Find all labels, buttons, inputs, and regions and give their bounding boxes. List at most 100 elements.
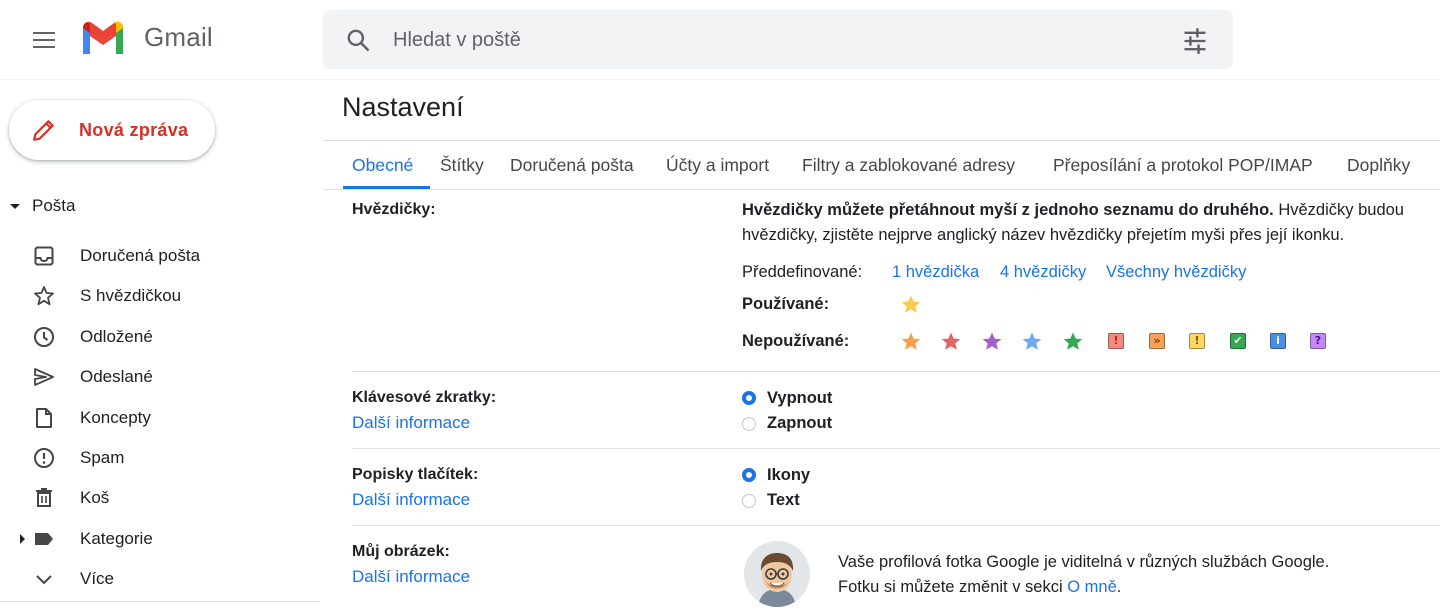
compose-label: Nová zpráva bbox=[79, 120, 189, 140]
send-icon bbox=[34, 368, 54, 387]
purple-question-icon[interactable]: ? bbox=[1310, 333, 1326, 349]
sidebar-item-starred[interactable]: S hvězdičkou bbox=[0, 276, 320, 316]
hamburger-icon bbox=[33, 32, 55, 48]
sidebar-item-more[interactable]: Více bbox=[0, 559, 320, 599]
orange-guillemet-icon[interactable]: » bbox=[1149, 333, 1165, 349]
preset-4-stars-link[interactable]: 4 hvězdičky bbox=[1000, 263, 1086, 282]
tab-labels[interactable]: Štítky bbox=[440, 155, 484, 176]
star-icon bbox=[34, 286, 54, 306]
label-icon bbox=[35, 532, 53, 545]
sidebar-item-spam[interactable]: Spam bbox=[0, 438, 320, 478]
picture-info-suffix: . bbox=[1116, 578, 1122, 596]
tab-filters[interactable]: Filtry a zablokované adresy bbox=[802, 155, 1015, 176]
stars-description-line2: hvězdičky, zjistěte nejprve anglický náz… bbox=[742, 226, 1345, 244]
sidebar-divider bbox=[0, 601, 320, 602]
pencil-icon bbox=[33, 120, 54, 141]
active-tab-indicator bbox=[343, 186, 430, 189]
blue-star-icon[interactable] bbox=[1021, 331, 1043, 353]
sidebar-item-label: S hvězdičkou bbox=[80, 286, 182, 306]
tab-addons[interactable]: Doplňky bbox=[1347, 155, 1410, 176]
chevron-down-icon bbox=[36, 575, 52, 585]
trash-icon bbox=[36, 488, 52, 508]
shortcuts-more-info-link[interactable]: Další informace bbox=[352, 413, 470, 433]
stars-description-rest: Hvězdičky budou bbox=[1273, 201, 1404, 219]
search-icon[interactable] bbox=[345, 27, 371, 53]
caret-right-icon[interactable] bbox=[20, 533, 25, 544]
clock-icon bbox=[34, 326, 54, 347]
preset-all-stars-link[interactable]: Všechny hvězdičky bbox=[1106, 263, 1246, 282]
stars-description: Hvězdičky můžete přetáhnout myší z jedno… bbox=[742, 201, 1404, 220]
sidebar-item-inbox[interactable]: Doručená pošta bbox=[0, 236, 320, 276]
mail-section-label: Pošta bbox=[32, 196, 76, 215]
draft-icon bbox=[36, 407, 52, 428]
my-picture-more-info-link[interactable]: Další informace bbox=[352, 567, 470, 587]
spam-icon bbox=[34, 447, 54, 468]
purple-star-icon[interactable] bbox=[981, 331, 1003, 353]
shortcuts-on-label[interactable]: Zapnout bbox=[767, 414, 832, 433]
predefined-label: Předdefinované: bbox=[742, 263, 863, 281]
row-divider bbox=[352, 525, 1440, 526]
sidebar-item-label: Spam bbox=[80, 447, 125, 467]
top-bar: Gmail bbox=[0, 0, 1440, 80]
button-labels-label: Popisky tlačítek: bbox=[352, 466, 479, 483]
tab-inbox[interactable]: Doručená pošta bbox=[510, 155, 634, 176]
picture-info-line1: Vaše profilová fotka Google je viditelná… bbox=[838, 553, 1330, 571]
page-title: Nastavení bbox=[342, 92, 464, 122]
picture-info-line2: Fotku si můžete změnit v sekci O mně. bbox=[838, 578, 1121, 597]
picture-info-prefix: Fotku si můžete změnit v sekci bbox=[838, 578, 1068, 596]
inbox-icon bbox=[34, 246, 54, 266]
sidebar-item-categories[interactable]: Kategorie bbox=[0, 519, 320, 559]
shortcuts-label: Klávesové zkratky: bbox=[352, 389, 497, 406]
sidebar-item-label: Kategorie bbox=[80, 528, 153, 548]
sidebar-item-trash[interactable]: Koš bbox=[0, 478, 320, 518]
shortcuts-off-label[interactable]: Vypnout bbox=[767, 389, 832, 408]
avatar[interactable] bbox=[744, 541, 810, 607]
red-bang-icon[interactable]: ! bbox=[1108, 333, 1124, 349]
search-input[interactable] bbox=[393, 22, 1153, 58]
text-radio[interactable] bbox=[742, 494, 756, 508]
yellow-bang-icon[interactable]: ! bbox=[1189, 333, 1205, 349]
sidebar-item-label: Odeslané bbox=[80, 367, 153, 387]
gmail-m-icon bbox=[83, 21, 123, 54]
stars-description-bold: Hvězdičky můžete přetáhnout myší z jedno… bbox=[742, 201, 1274, 219]
icons-label[interactable]: Ikony bbox=[767, 466, 810, 485]
sidebar-item-sent[interactable]: Odeslané bbox=[0, 357, 320, 397]
mail-section-toggle[interactable]: Pošta bbox=[10, 194, 75, 218]
sidebar-item-label: Více bbox=[80, 569, 115, 589]
yellow-star-icon[interactable] bbox=[900, 294, 922, 316]
sidebar-item-snoozed[interactable]: Odložené bbox=[0, 317, 320, 357]
sidebar-item-label: Odložené bbox=[80, 326, 153, 346]
search-options-icon[interactable] bbox=[1181, 27, 1209, 55]
tab-forwarding[interactable]: Přeposílání a protokol POP/IMAP bbox=[1053, 155, 1313, 176]
settings-tabs: Obecné Štítky Doručená pošta Účty a impo… bbox=[323, 141, 1440, 190]
tab-accounts-import[interactable]: Účty a import bbox=[666, 155, 769, 176]
shortcuts-off-radio[interactable] bbox=[742, 391, 756, 405]
orange-star-icon[interactable] bbox=[900, 331, 922, 353]
in-use-label: Používané: bbox=[742, 295, 830, 313]
row-divider bbox=[352, 448, 1440, 449]
sidebar-nav: Doručená pošta S hvězdičkou Odložené Ode… bbox=[0, 236, 320, 600]
green-star-icon[interactable] bbox=[1062, 331, 1084, 353]
button-labels-more-info-link[interactable]: Další informace bbox=[352, 490, 470, 510]
stars-label: Hvězdičky: bbox=[352, 201, 436, 218]
about-me-link[interactable]: O mně bbox=[1067, 578, 1117, 596]
sidebar-item-drafts[interactable]: Koncepty bbox=[0, 398, 320, 438]
gmail-logo[interactable]: Gmail bbox=[80, 20, 213, 54]
red-star-icon[interactable] bbox=[940, 331, 962, 353]
app-name: Gmail bbox=[144, 21, 213, 52]
row-divider bbox=[352, 371, 1440, 372]
preset-1-star-link[interactable]: 1 hvězdička bbox=[892, 263, 979, 282]
not-in-use-label: Nepoužívané: bbox=[742, 332, 850, 350]
icons-radio[interactable] bbox=[742, 468, 756, 482]
main-menu-button[interactable] bbox=[22, 18, 66, 62]
compose-button[interactable]: Nová zpráva bbox=[9, 100, 215, 160]
sidebar-item-label: Koš bbox=[80, 488, 110, 508]
blue-info-icon[interactable]: i bbox=[1270, 333, 1286, 349]
my-picture-label: Můj obrázek: bbox=[352, 543, 450, 560]
tab-general[interactable]: Obecné bbox=[352, 155, 413, 176]
memoji-avatar-icon bbox=[744, 541, 810, 607]
green-check-icon[interactable]: ✔ bbox=[1230, 333, 1246, 349]
shortcuts-on-radio[interactable] bbox=[742, 417, 756, 431]
sidebar-item-label: Doručená pošta bbox=[80, 246, 201, 265]
text-label[interactable]: Text bbox=[767, 491, 800, 510]
